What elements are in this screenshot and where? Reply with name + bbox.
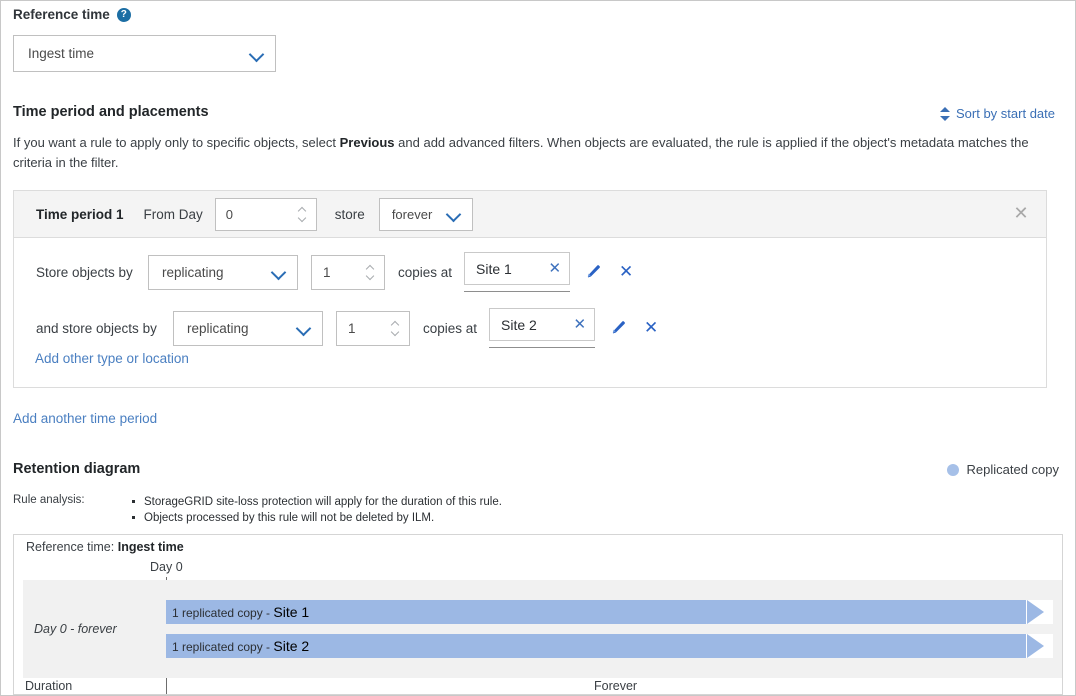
diagram-footer: Duration Forever	[14, 676, 1062, 694]
from-day-input[interactable]: 0	[215, 198, 317, 231]
diagram-reference-time-value: Ingest time	[118, 540, 184, 554]
diagram-reference-time-prefix: Reference time:	[26, 540, 114, 554]
diagram-bar-arrow-icon	[1027, 634, 1044, 658]
close-icon[interactable]: ✕	[538, 261, 561, 276]
add-other-type-or-location-link[interactable]: Add other type or location	[35, 351, 189, 366]
pencil-icon[interactable]	[609, 320, 626, 337]
from-day-value: 0	[226, 207, 298, 222]
add-another-time-period-link[interactable]: Add another time period	[13, 411, 157, 426]
time-period-section-title: Time period and placements	[13, 104, 209, 120]
description-bold: Previous	[340, 135, 395, 150]
placement-location-value: Site 2	[501, 317, 563, 333]
close-icon[interactable]: ✕	[1012, 205, 1030, 223]
chevron-down-icon	[249, 46, 265, 62]
placement-row: and store objects by replicating 1 copie…	[36, 308, 1046, 348]
placement-method-select[interactable]: replicating	[173, 311, 323, 346]
placement-method-value: replicating	[162, 265, 271, 280]
reference-time-label: Reference time	[13, 7, 110, 22]
rule-analysis-list: StorageGRID site-loss protection will ap…	[118, 494, 502, 526]
time-period-header: Time period 1 From Day 0 store forever ✕	[14, 191, 1046, 238]
number-stepper-icon[interactable]	[298, 206, 310, 223]
remove-placement-icon[interactable]: ✕	[619, 264, 633, 281]
placement-copies-value: 1	[323, 265, 366, 280]
diagram-bar: 1 replicated copy - Site 1	[166, 600, 1026, 624]
diagram-period-column: Day 0 - forever	[23, 580, 166, 678]
ilm-rule-placements-page: Reference time ? Ingest time Time period…	[0, 0, 1076, 696]
list-item: Objects processed by this rule will not …	[132, 510, 502, 526]
diagram-bars-area: 1 replicated copy - Site 1 1 replicated …	[166, 580, 1062, 678]
description-part1: If you want a rule to apply only to spec…	[13, 135, 340, 150]
placement-location-wrap: Site 1 ✕	[464, 252, 570, 292]
diagram-bar-copy-text: 1 replicated copy -	[172, 606, 270, 620]
retention-diagram-canvas: Reference time: Ingest time Day 0 Day 0 …	[13, 534, 1063, 695]
placement-location-value: Site 1	[476, 261, 538, 277]
diagram-bar-site: Site 1	[273, 604, 309, 620]
store-label: store	[335, 207, 365, 222]
list-item: StorageGRID site-loss protection will ap…	[132, 494, 502, 510]
diagram-reference-time: Reference time: Ingest time	[26, 540, 184, 554]
number-stepper-icon[interactable]	[366, 264, 378, 281]
chevron-down-icon	[271, 264, 287, 280]
diagram-bar-text: 1 replicated copy - Site 1	[172, 604, 309, 620]
diagram-day-marker-label: Day 0	[150, 560, 183, 574]
copies-at-label: copies at	[398, 265, 452, 280]
placement-prefix-label: and store objects by	[36, 321, 171, 336]
placement-row: Store objects by replicating 1 copies at…	[36, 252, 1046, 292]
placement-method-select[interactable]: replicating	[148, 255, 298, 290]
section-description: If you want a rule to apply only to spec…	[13, 133, 1049, 173]
legend-color-dot	[947, 464, 959, 476]
placement-location-wrap: Site 2 ✕	[489, 308, 595, 348]
input-underline	[489, 347, 595, 348]
pencil-icon[interactable]	[584, 264, 601, 281]
diagram-bar-site: Site 2	[273, 638, 309, 654]
diagram-bar: 1 replicated copy - Site 2	[166, 634, 1026, 658]
store-duration-value: forever	[392, 207, 432, 222]
diagram-period-label: Day 0 - forever	[23, 622, 117, 636]
chevron-down-icon	[446, 206, 462, 222]
rule-analysis-label: Rule analysis:	[13, 494, 118, 526]
retention-diagram-title: Retention diagram	[13, 461, 140, 477]
number-stepper-icon[interactable]	[391, 320, 403, 337]
sort-by-start-date-button[interactable]: Sort by start date	[940, 106, 1055, 121]
placement-location-input[interactable]: Site 1 ✕	[464, 252, 570, 285]
placement-copies-input[interactable]: 1	[311, 255, 385, 290]
placement-location-input[interactable]: Site 2 ✕	[489, 308, 595, 341]
legend: Replicated copy	[947, 462, 1060, 477]
placement-copies-value: 1	[348, 321, 391, 336]
time-period-name: Time period 1	[36, 207, 124, 222]
diagram-bar-text: 1 replicated copy - Site 2	[172, 638, 309, 654]
close-icon[interactable]: ✕	[563, 317, 586, 332]
placement-rows: Store objects by replicating 1 copies at…	[14, 238, 1046, 348]
help-circle-icon[interactable]: ?	[117, 8, 131, 22]
diagram-bar-row: 1 replicated copy - Site 1	[166, 600, 1053, 624]
diagram-bar-row: 1 replicated copy - Site 2	[166, 634, 1053, 658]
diagram-bar-copy-text: 1 replicated copy -	[172, 640, 270, 654]
placement-copies-input[interactable]: 1	[336, 311, 410, 346]
placement-prefix-label: Store objects by	[36, 265, 146, 280]
diagram-duration-label: Duration	[25, 679, 72, 693]
copies-at-label: copies at	[423, 321, 477, 336]
sort-arrows-icon	[940, 107, 950, 121]
input-underline	[464, 291, 570, 292]
placement-method-value: replicating	[187, 321, 296, 336]
rule-analysis: Rule analysis: StorageGRID site-loss pro…	[13, 494, 502, 526]
store-duration-select[interactable]: forever	[379, 198, 473, 231]
reference-time-select[interactable]: Ingest time	[13, 35, 276, 72]
reference-time-selected-value: Ingest time	[28, 46, 249, 61]
reference-time-label-row: Reference time ?	[13, 7, 131, 22]
from-day-label: From Day	[144, 207, 203, 222]
sort-by-start-date-label: Sort by start date	[956, 106, 1055, 121]
remove-placement-icon[interactable]: ✕	[644, 320, 658, 337]
diagram-bar-arrow-icon	[1027, 600, 1044, 624]
legend-label: Replicated copy	[967, 462, 1060, 477]
diagram-duration-value: Forever	[594, 679, 637, 693]
chevron-down-icon	[296, 320, 312, 336]
